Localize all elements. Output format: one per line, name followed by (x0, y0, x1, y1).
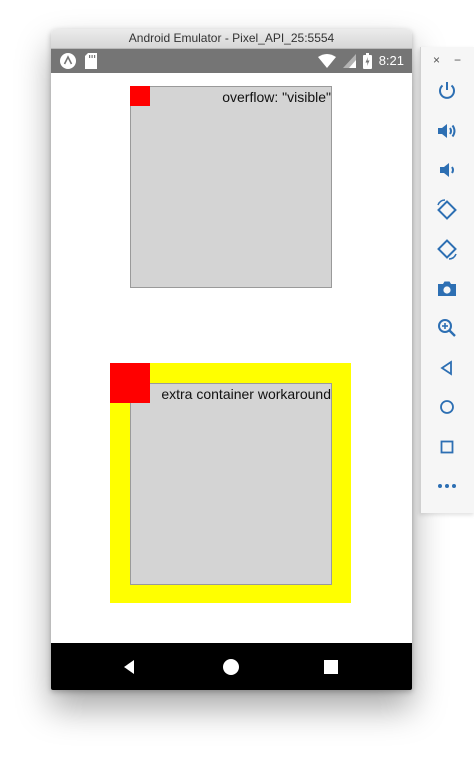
emulator-window: Android Emulator - Pixel_API_25:5554 8:2… (51, 29, 412, 690)
workaround-label: extra container workaround (161, 386, 331, 402)
back-icon[interactable] (435, 356, 459, 380)
home-icon[interactable] (219, 655, 243, 679)
more-icon[interactable] (435, 474, 459, 498)
window-title: Android Emulator - Pixel_API_25:5554 (51, 29, 412, 49)
wifi-icon (317, 54, 336, 68)
emulator-side-toolbar: × − (420, 47, 474, 513)
volume-up-icon[interactable] (435, 119, 459, 143)
camera-icon[interactable] (435, 277, 459, 301)
gray-box-visible-overflow (130, 86, 332, 288)
recents-icon[interactable] (319, 655, 343, 679)
gray-box-workaround (130, 383, 332, 585)
minimize-button[interactable]: − (454, 53, 461, 67)
red-square-clipped (130, 86, 150, 106)
overflow-visible-label: overflow: "visible" (222, 89, 331, 105)
signal-icon (342, 54, 356, 68)
rotate-right-icon[interactable] (435, 237, 459, 261)
back-icon[interactable] (118, 655, 142, 679)
red-square-overflowing (110, 363, 150, 403)
rotate-left-icon[interactable] (435, 198, 459, 222)
home-icon[interactable] (435, 395, 459, 419)
overview-icon[interactable] (435, 435, 459, 459)
power-icon[interactable] (435, 79, 459, 103)
zoom-icon[interactable] (435, 316, 459, 340)
navigation-bar (51, 643, 412, 690)
volume-down-icon[interactable] (435, 158, 459, 182)
app-screen: overflow: "visible" extra container work… (51, 73, 412, 643)
status-time: 8:21 (378, 53, 404, 68)
sd-card-icon (85, 53, 97, 69)
close-button[interactable]: × (433, 53, 440, 67)
battery-icon (362, 53, 372, 69)
android-icon (59, 52, 77, 70)
status-bar: 8:21 (51, 49, 412, 73)
